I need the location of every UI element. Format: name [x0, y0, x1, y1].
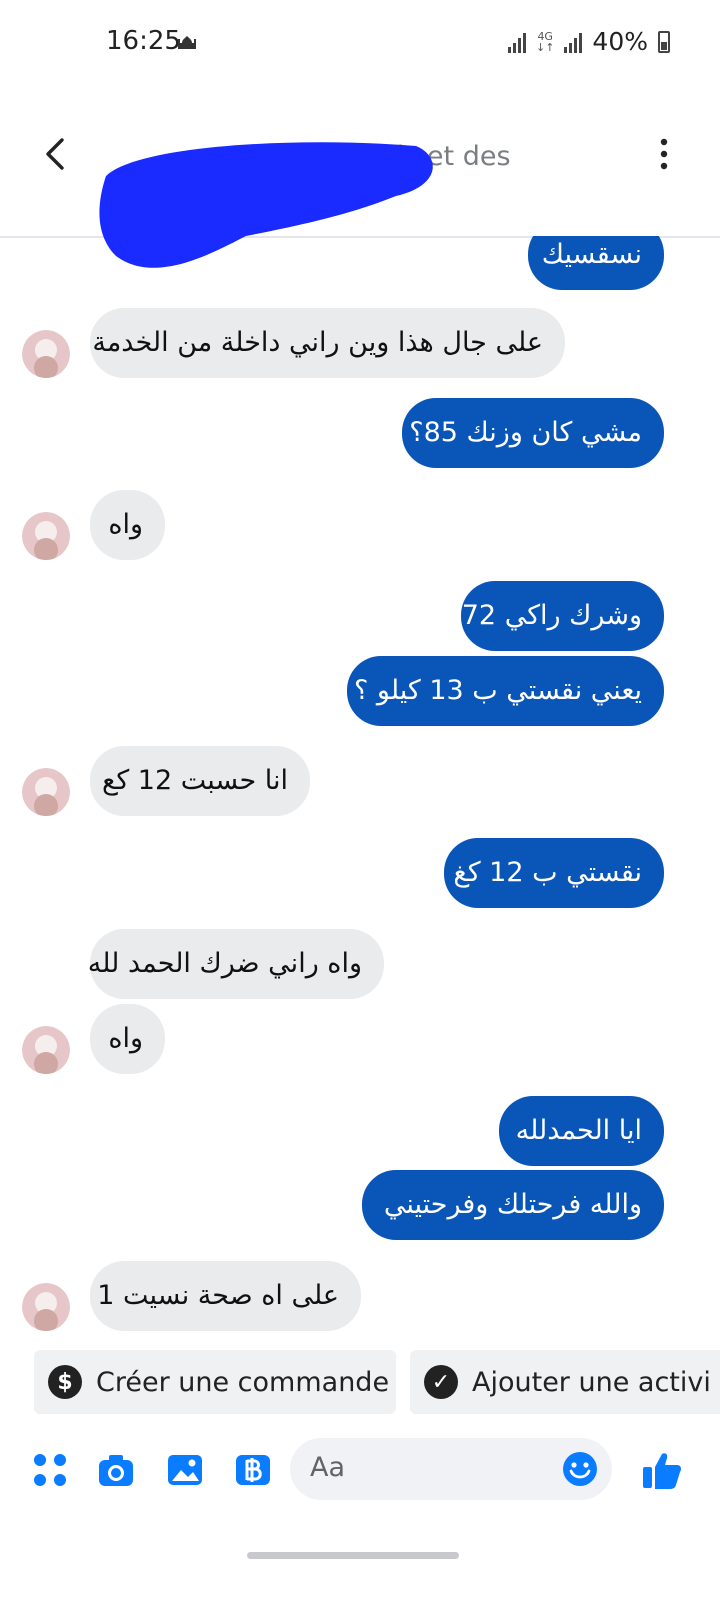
chat-header: uter des détails et des libellés	[0, 86, 720, 268]
message-outgoing[interactable]: وشرك راكي 72	[461, 581, 664, 651]
message-outgoing[interactable]: والله فرحتلك وفرحتيني	[362, 1170, 664, 1240]
camera-icon[interactable]	[96, 1450, 136, 1490]
contact-avatar[interactable]	[22, 1283, 70, 1331]
check-circle-icon: ✓	[424, 1365, 458, 1399]
dollar-icon: $	[48, 1365, 82, 1399]
message-incoming[interactable]: واه راني ضرك الحمد لله	[88, 929, 384, 999]
message-list[interactable]: نسقسيك على جال هذا وين راني داخلة من الخ…	[0, 236, 720, 1340]
message-outgoing[interactable]: يعني نقستي ب 13 كيلو ؟	[347, 656, 664, 726]
contact-avatar[interactable]	[22, 768, 70, 816]
message-incoming[interactable]: على جال هذا وين راني داخلة من الخدمة	[90, 308, 565, 378]
data-arrows-icon: ↓↑	[535, 40, 555, 54]
signal-icon	[507, 31, 526, 53]
add-activity-label: Ajouter une activi	[472, 1366, 711, 1398]
battery-icon	[658, 30, 670, 53]
message-outgoing[interactable]: ايا الحمدلله	[499, 1096, 664, 1166]
message-incoming[interactable]: على اه صحة نسيت 1	[90, 1261, 361, 1331]
back-arrow-icon[interactable]	[36, 134, 76, 174]
message-incoming[interactable]: واه	[90, 1004, 165, 1074]
message-composer: Aa	[0, 1420, 720, 1520]
message-outgoing[interactable]: مشي كان وزنك 85؟	[402, 398, 664, 468]
apps-grid-icon[interactable]	[30, 1450, 70, 1490]
message-outgoing[interactable]: نقستي ب 12 كغ	[444, 838, 664, 908]
message-incoming[interactable]: واه	[90, 490, 165, 560]
emoji-icon[interactable]	[562, 1451, 598, 1487]
mosque-notification-icon	[178, 36, 196, 49]
signal-icon-2	[564, 31, 583, 53]
message-input[interactable]: Aa	[290, 1438, 612, 1500]
thumbs-up-icon[interactable]	[640, 1448, 684, 1492]
message-placeholder: Aa	[310, 1452, 346, 1483]
status-time: 16:25	[106, 26, 181, 56]
create-order-label: Créer une commande	[96, 1366, 390, 1398]
contact-avatar[interactable]	[22, 330, 70, 378]
network-indicator: 4G ↓↑	[536, 31, 554, 53]
payment-icon[interactable]	[233, 1450, 273, 1490]
message-incoming[interactable]: انا حسبت 12 كع	[90, 746, 310, 816]
network-type: 4G	[537, 29, 553, 43]
more-options-icon[interactable]	[654, 134, 674, 174]
gallery-icon[interactable]	[165, 1450, 205, 1490]
message-outgoing[interactable]: نسقسيك	[528, 236, 664, 290]
quick-actions-bar[interactable]: $ Créer une commande ✓ Ajouter une activ…	[0, 1346, 720, 1418]
contact-avatar[interactable]	[22, 512, 70, 560]
create-order-chip[interactable]: $ Créer une commande	[34, 1350, 396, 1414]
add-activity-chip[interactable]: ✓ Ajouter une activi	[410, 1350, 720, 1414]
status-bar: 16:25 4G ↓↑ 40%	[0, 0, 720, 86]
home-indicator[interactable]	[247, 1552, 459, 1559]
status-right: 4G ↓↑ 40%	[507, 27, 670, 56]
battery-percent: 40%	[592, 27, 648, 56]
contact-avatar[interactable]	[22, 1026, 70, 1074]
